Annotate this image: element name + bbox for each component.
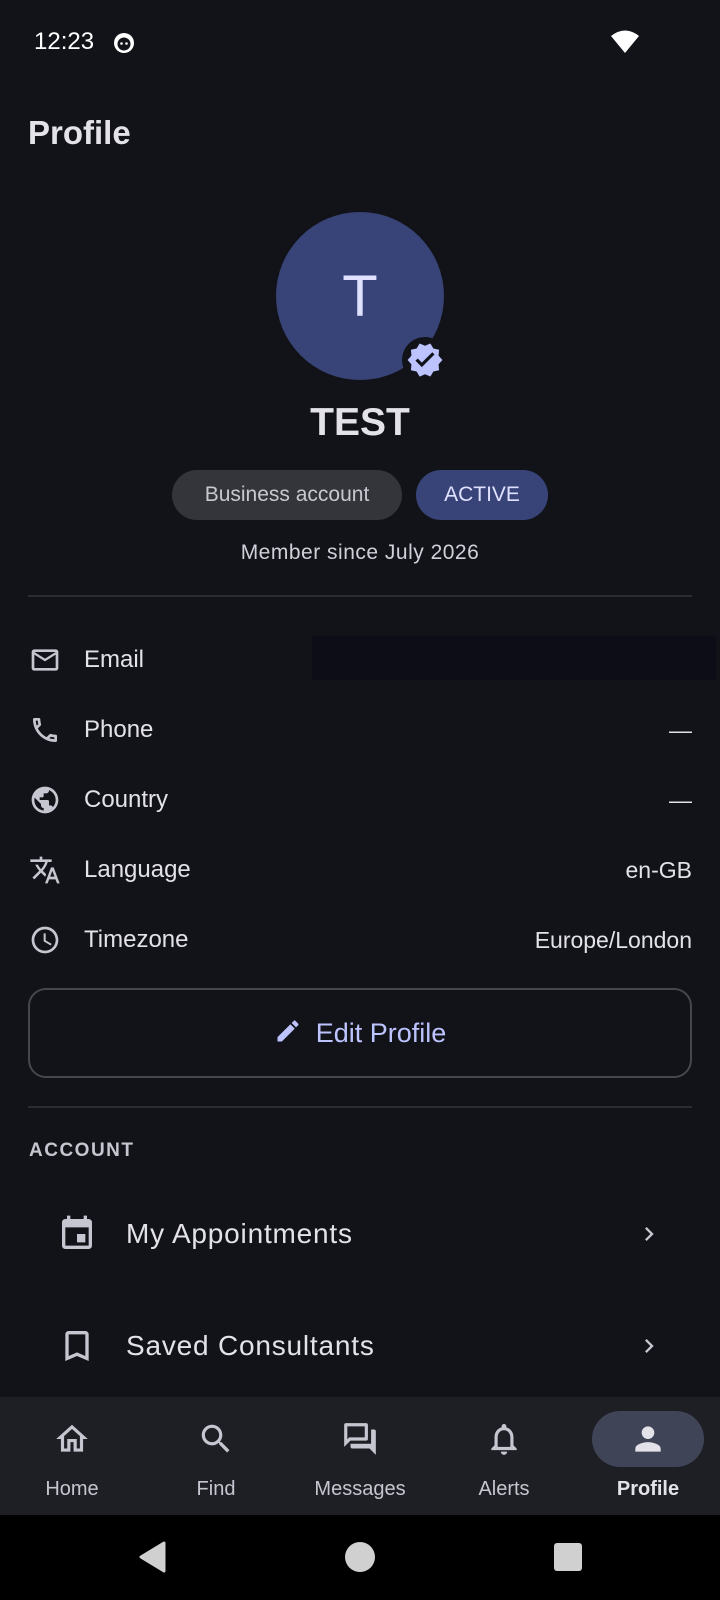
member-since-text: Member since July 2026 <box>240 541 480 564</box>
bookmark-icon <box>56 1325 98 1367</box>
phone-value: — <box>669 716 692 743</box>
edit-profile-label: Edit Profile <box>315 1017 447 1048</box>
nav-label: Home <box>45 1478 99 1500</box>
info-row-timezone: Timezone Europe/London <box>28 912 692 968</box>
language-value: en-GB <box>625 856 692 883</box>
status-bar: 12:23 <box>0 0 720 86</box>
account-type-chip: Business account <box>172 470 402 520</box>
status-badge: ACTIVE <box>416 470 548 520</box>
nav-item-find[interactable]: Find <box>144 1397 288 1515</box>
phone-label: Phone <box>84 716 154 743</box>
menu-item-label: Saved Consultants <box>126 1330 375 1361</box>
menu-item-label: My Appointments <box>126 1218 353 1249</box>
globe-icon <box>28 783 62 817</box>
avatar-initial: T <box>342 263 378 329</box>
nav-item-alerts[interactable]: Alerts <box>432 1397 576 1515</box>
home-circle-icon[interactable] <box>340 1537 380 1577</box>
nav-item-messages[interactable]: Messages <box>288 1397 432 1515</box>
email-label: Email <box>84 646 145 673</box>
email-value-redacted <box>312 636 716 680</box>
nav-label: Messages <box>314 1478 406 1500</box>
language-label: Language <box>84 856 191 883</box>
recents-icon[interactable] <box>548 1537 588 1577</box>
info-row-phone: Phone — <box>28 702 692 758</box>
messages-icon <box>304 1411 416 1467</box>
info-row-language: Language en-GB <box>28 842 692 898</box>
page-title: Profile <box>28 114 131 151</box>
translate-icon <box>28 853 62 887</box>
edit-icon <box>274 1017 302 1050</box>
chevron-right-icon <box>634 1331 664 1361</box>
chevron-right-icon <box>634 1219 664 1249</box>
nav-label: Profile <box>616 1478 680 1500</box>
bell-icon <box>448 1411 560 1467</box>
profile-screen: 12:23 Profile T TEST Business account AC… <box>0 0 720 1600</box>
back-icon[interactable] <box>132 1537 172 1577</box>
nav-label: Find <box>196 1478 236 1500</box>
wifi-icon <box>610 29 640 55</box>
country-value: — <box>669 786 692 813</box>
divider <box>28 595 692 597</box>
status-time: 12:23 <box>34 28 95 55</box>
verified-badge-icon <box>402 337 448 383</box>
nav-label: Alerts <box>478 1478 530 1500</box>
account-section-header: ACCOUNT <box>29 1140 135 1161</box>
bottom-navigation: Home Find Messages Alerts Profile <box>0 1397 720 1515</box>
system-navigation-bar <box>0 1515 720 1600</box>
search-icon <box>160 1411 272 1467</box>
menu-item-saved-consultants[interactable]: Saved Consultants <box>56 1306 664 1386</box>
menu-item-my-appointments[interactable]: My Appointments <box>56 1194 664 1274</box>
divider <box>28 1106 692 1108</box>
clock-icon <box>28 923 62 957</box>
person-icon <box>592 1411 704 1467</box>
phone-icon <box>28 713 62 747</box>
nav-item-home[interactable]: Home <box>0 1397 144 1515</box>
country-label: Country <box>84 786 169 813</box>
email-icon <box>28 643 62 677</box>
user-name: TEST <box>310 401 410 444</box>
timezone-value: Europe/London <box>534 926 692 953</box>
notification-app-icon <box>112 31 136 55</box>
home-icon <box>16 1411 128 1467</box>
info-row-country: Country — <box>28 772 692 828</box>
nav-item-profile[interactable]: Profile <box>576 1397 720 1515</box>
timezone-label: Timezone <box>84 926 189 953</box>
calendar-icon <box>56 1213 98 1255</box>
edit-profile-button[interactable]: Edit Profile <box>28 988 692 1078</box>
